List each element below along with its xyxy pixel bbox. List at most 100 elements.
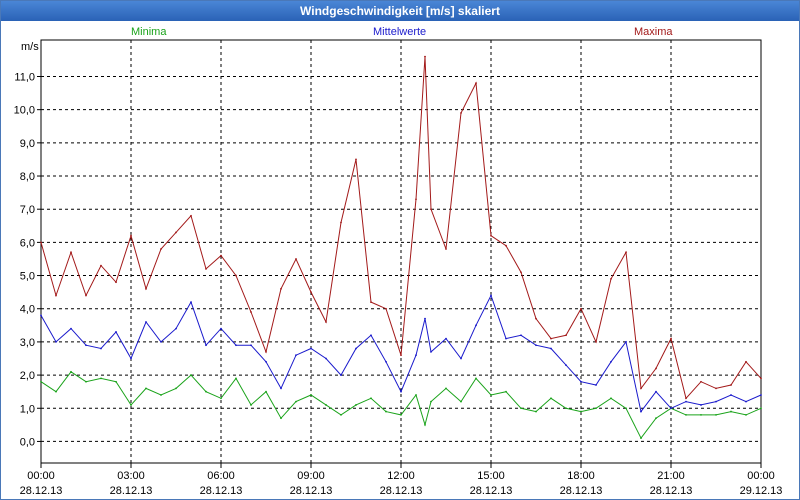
- data-point-minima: [625, 407, 627, 410]
- x-tick-date: 28.12.13: [380, 485, 423, 497]
- data-point-maxima: [460, 112, 462, 114]
- data-point-maxima: [640, 387, 642, 390]
- data-point-mittelwerte: [385, 360, 387, 363]
- data-point-minima: [145, 387, 147, 390]
- x-tick-time: 00:00: [27, 470, 55, 482]
- data-point-maxima: [385, 307, 387, 310]
- chart-plot: 0,0 1,0 2,0 3,0 4,0 5,0 6,0 7,0 8,0 9,0 10,0 11,0 00…: [14, 39, 783, 497]
- data-point-maxima: [490, 234, 492, 237]
- data-point-mittelwerte: [175, 327, 177, 330]
- data-point-maxima: [685, 397, 687, 400]
- data-point-minima: [760, 407, 762, 410]
- data-point-maxima: [355, 158, 357, 161]
- x-tick-date: 28.12.13: [560, 485, 603, 497]
- data-point-minima: [85, 380, 87, 383]
- data-point-maxima: [115, 281, 117, 284]
- data-point-mittelwerte: [100, 347, 102, 350]
- data-point-mittelwerte: [640, 410, 642, 413]
- data-point-minima: [595, 407, 597, 410]
- data-point-minima: [700, 413, 702, 416]
- data-point-minima: [715, 413, 717, 416]
- data-point-maxima: [520, 271, 522, 274]
- data-point-maxima: [745, 360, 747, 363]
- data-point-minima: [655, 417, 657, 420]
- data-point-minima: [115, 380, 117, 383]
- data-point-maxima: [190, 214, 192, 217]
- data-point-minima: [580, 410, 582, 413]
- data-point-maxima: [325, 321, 327, 323]
- data-point-minima: [475, 377, 477, 380]
- data-point-mittelwerte: [505, 337, 507, 340]
- data-point-mittelwerte: [730, 394, 732, 396]
- data-point-mittelwerte: [700, 404, 702, 406]
- data-point-mittelwerte: [430, 350, 432, 353]
- x-tick-time: 18:00: [567, 470, 595, 482]
- data-point-minima: [355, 404, 357, 406]
- data-point-mittelwerte: [610, 360, 612, 363]
- y-tick-label: 5,0: [20, 271, 35, 283]
- data-point-mittelwerte: [205, 344, 207, 347]
- data-point-mittelwerte: [655, 390, 657, 393]
- data-point-minima: [400, 413, 402, 416]
- data-point-mittelwerte: [40, 314, 42, 317]
- x-tick-time: 06:00: [207, 470, 235, 482]
- data-point-minima: [280, 417, 282, 420]
- y-tick-label: 3,0: [20, 337, 35, 349]
- data-point-maxima: [730, 384, 732, 386]
- x-tick-time: 15:00: [477, 470, 505, 482]
- y-tick-label: 7,0: [20, 204, 35, 216]
- x-tick-time: 00:00: [747, 470, 775, 482]
- data-point-minima: [175, 387, 177, 390]
- data-point-maxima: [700, 380, 702, 383]
- data-point-mittelwerte: [745, 400, 747, 403]
- data-point-maxima: [295, 258, 297, 260]
- data-point-minima: [445, 387, 447, 390]
- data-point-minima: [505, 390, 507, 393]
- data-point-mittelwerte: [340, 374, 342, 376]
- data-point-minima: [730, 410, 732, 413]
- data-point-mittelwerte: [670, 407, 672, 410]
- data-point-mittelwerte: [280, 387, 282, 390]
- data-point-minima: [745, 413, 747, 416]
- data-point-minima: [55, 390, 57, 393]
- x-tick-date: 29.12.13: [740, 485, 783, 497]
- data-point-mittelwerte: [535, 344, 537, 347]
- data-point-maxima: [340, 221, 342, 224]
- x-tick-date: 28.12.13: [290, 485, 333, 497]
- data-point-mittelwerte: [625, 341, 627, 343]
- y-tick-label: 4,0: [20, 304, 35, 316]
- data-point-maxima: [175, 231, 177, 234]
- x-tick-time: 12:00: [387, 470, 415, 482]
- data-point-mittelwerte: [325, 357, 327, 360]
- data-point-maxima: [265, 350, 267, 353]
- data-point-maxima: [505, 244, 507, 247]
- data-point-minima: [250, 404, 252, 406]
- data-point-mittelwerte: [475, 324, 477, 327]
- data-point-maxima: [415, 198, 417, 201]
- data-point-maxima: [40, 241, 42, 244]
- data-point-maxima: [655, 367, 657, 370]
- data-point-minima: [430, 400, 432, 403]
- data-point-mittelwerte: [265, 360, 267, 363]
- data-point-minima: [370, 397, 372, 400]
- data-point-mittelwerte: [310, 347, 312, 350]
- data-point-mittelwerte: [445, 337, 447, 340]
- data-point-mittelwerte: [550, 347, 552, 350]
- data-point-maxima: [445, 248, 447, 250]
- series-line-minima: [40, 371, 762, 440]
- data-point-mittelwerte: [415, 354, 417, 357]
- data-point-maxima: [625, 251, 627, 254]
- data-point-maxima: [205, 268, 207, 270]
- data-point-maxima: [55, 294, 57, 297]
- data-point-maxima: [715, 387, 717, 390]
- data-point-minima: [70, 370, 72, 373]
- data-point-mittelwerte: [760, 394, 762, 396]
- data-point-mittelwerte: [595, 384, 597, 386]
- data-point-maxima: [424, 55, 426, 58]
- x-tick-date: 28.12.13: [20, 485, 63, 497]
- data-point-mittelwerte: [715, 400, 717, 403]
- x-tick-time: 03:00: [117, 470, 145, 482]
- data-point-minima: [100, 377, 102, 380]
- data-point-maxima: [595, 341, 597, 343]
- data-point-maxima: [235, 274, 237, 277]
